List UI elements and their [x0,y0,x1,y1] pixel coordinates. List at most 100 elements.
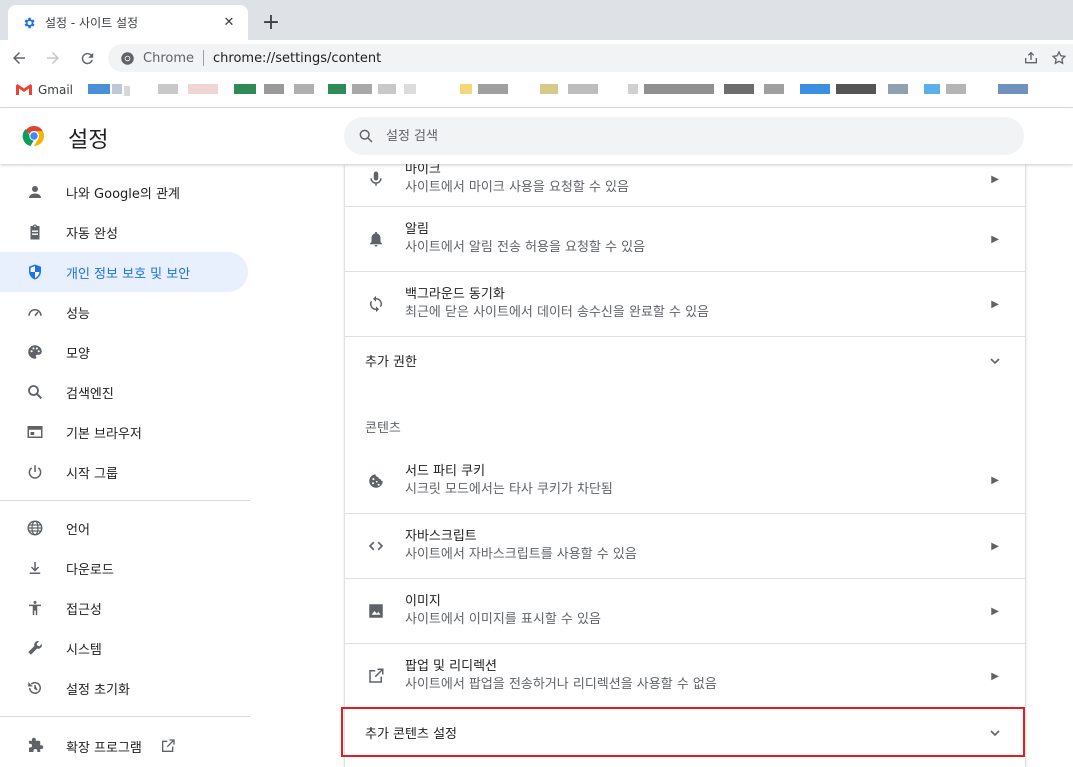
row-popups-redirects[interactable]: 팝업 및 리디렉션 사이트에서 팝업을 전송하거나 리디렉션을 사용할 수 없음… [345,643,1025,708]
image-icon [365,600,387,622]
row-microphone[interactable]: 마이크 사이트에서 마이크 사용을 요청할 수 있음 ▶ [345,164,1025,206]
row-subtitle: 사이트에서 자바스크립트를 사용할 수 있음 [405,547,637,562]
row-subtitle: 사이트에서 알림 전송 허용을 요청할 수 있음 [405,240,646,255]
row-subtitle: 사이트에서 마이크 사용을 요청할 수 있음 [405,180,629,195]
sidebar-item-accessibility[interactable]: 접근성 [0,588,248,628]
speedometer-icon [24,301,46,323]
chevron-down-icon [990,357,1000,364]
globe-icon [24,517,46,539]
sidebar-item-performance[interactable]: 성능 [0,292,248,332]
bell-icon [365,228,387,250]
history-icon [24,677,46,699]
sidebar-item-extensions[interactable]: 확장 프로그램 [0,726,248,766]
back-button[interactable] [4,43,34,73]
row-title: 자바스크립트 [405,529,477,544]
sidebar-item-reset[interactable]: 설정 초기화 [0,668,248,708]
sidebar-divider [0,716,250,717]
redacted-bookmarks [88,76,1048,104]
row-notifications[interactable]: 알림 사이트에서 알림 전송 허용을 요청할 수 있음 ▶ [345,206,1025,271]
sidebar-item-autofill[interactable]: 자동 완성 [0,212,248,252]
row-images[interactable]: 이미지 사이트에서 이미지를 표시할 수 있음 ▶ [345,578,1025,643]
sidebar-divider [0,500,250,501]
sidebar-item-label: 언어 [66,522,90,538]
sidebar-item-appearance[interactable]: 모양 [0,332,248,372]
site-settings-card: 마이크 사이트에서 마이크 사용을 요청할 수 있음 ▶ 알림 사이트에서 알림… [345,164,1025,767]
new-tab-button[interactable]: + [258,9,284,35]
open-in-new-icon [160,738,176,754]
download-icon [24,557,46,579]
row-third-party-cookies[interactable]: 서드 파티 쿠키 시크릿 모드에서는 타사 쿠키가 차단됨 ▶ [345,448,1025,513]
chrome-logo-icon [22,125,44,147]
arrow-right-icon: ▶ [991,540,999,552]
open-in-new-icon [365,665,387,687]
browser-window-icon [24,421,46,443]
tab-title: 설정 - 사이트 설정 [45,16,139,30]
omnibox-actions [1023,50,1067,66]
bookmarks-bar: Gmail [0,76,1073,104]
tab-settings[interactable]: 설정 - 사이트 설정 ✕ [8,5,248,40]
row-title: 서드 파티 쿠키 [405,463,486,479]
shield-icon [24,261,46,283]
address-bar[interactable]: Chrome chrome://settings/content [108,44,1073,72]
sidebar-item-you-and-google[interactable]: 나와 Google의 관계 [0,172,248,212]
clipboard-icon [24,221,46,243]
more-permissions-label: 추가 권한 [365,355,417,370]
wrench-icon [24,637,46,659]
code-icon [365,535,387,557]
chrome-icon [121,51,134,65]
row-title: 백그라운드 동기화 [405,287,505,302]
omnibox-separator [203,50,204,66]
reload-button[interactable] [72,43,102,73]
sidebar-item-search-engine[interactable]: 검색엔진 [0,372,248,412]
bookmark-label: Gmail [38,83,74,97]
sidebar-item-on-startup[interactable]: 시작 그룹 [0,452,248,492]
arrow-right-icon: ▶ [991,670,999,682]
search-icon [359,129,373,143]
forward-button[interactable] [38,43,68,73]
sidebar-item-label: 시작 그룹 [66,466,118,482]
sidebar-item-label: 다운로드 [66,562,114,578]
arrow-right-icon: ▶ [991,475,999,486]
row-background-sync[interactable]: 백그라운드 동기화 최근에 닫은 사이트에서 데이터 송수신을 완료할 수 있음… [345,271,1025,336]
bookmark-gmail[interactable]: Gmail [16,83,73,97]
sidebar-item-label: 검색엔진 [66,386,114,402]
power-icon [24,461,46,483]
gmail-icon [16,84,32,95]
row-subtitle: 시크릿 모드에서는 타사 쿠키가 차단됨 [405,481,613,497]
arrow-right-icon: ▶ [991,233,999,245]
omnibox-chip: Chrome [143,50,194,66]
content-section-heading: 콘텐츠 [365,421,401,436]
share-icon[interactable] [1023,50,1039,66]
sidebar-item-label: 시스템 [66,642,102,658]
sidebar-item-default-browser[interactable]: 기본 브라우저 [0,412,248,452]
sidebar-item-label: 설정 초기화 [66,682,130,698]
close-icon[interactable]: ✕ [220,14,238,32]
search-input[interactable] [386,128,986,144]
sidebar-item-system[interactable]: 시스템 [0,628,248,668]
row-title: 이미지 [405,594,441,609]
sidebar-item-label: 확장 프로그램 [66,740,142,756]
arrow-right-icon: ▶ [991,298,999,310]
row-subtitle: 사이트에서 팝업을 전송하거나 리디렉션을 사용할 수 없음 [405,677,717,692]
reload-icon [81,52,93,64]
row-javascript[interactable]: 자바스크립트 사이트에서 자바스크립트를 사용할 수 있음 ▶ [345,513,1025,578]
sidebar-item-label: 접근성 [66,602,102,618]
sidebar-item-label: 나와 Google의 관계 [66,186,180,202]
palette-icon [24,341,46,363]
arrow-right-icon: ▶ [991,605,999,617]
row-title: 팝업 및 리디렉션 [405,659,497,674]
sidebar-item-downloads[interactable]: 다운로드 [0,548,248,588]
url-text[interactable]: chrome://settings/content [213,51,381,66]
star-icon[interactable] [1051,50,1067,66]
settings-search[interactable] [344,117,1024,155]
sidebar-item-languages[interactable]: 언어 [0,508,248,548]
row-subtitle: 최근에 닫은 사이트에서 데이터 송수신을 완료할 수 있음 [405,305,710,320]
tab-strip: 설정 - 사이트 설정 ✕ + [0,0,1073,40]
sidebar-item-label: 성능 [66,306,90,322]
cookie-icon [365,470,387,492]
row-more-permissions[interactable]: 추가 권한 [345,336,1025,384]
sidebar-item-label: 기본 브라우저 [66,426,142,442]
arrow-right-icon [47,52,59,64]
sidebar-item-privacy-security[interactable]: 개인 정보 보호 및 보안 [0,252,248,292]
row-subtitle: 사이트에서 이미지를 표시할 수 있음 [405,612,601,627]
